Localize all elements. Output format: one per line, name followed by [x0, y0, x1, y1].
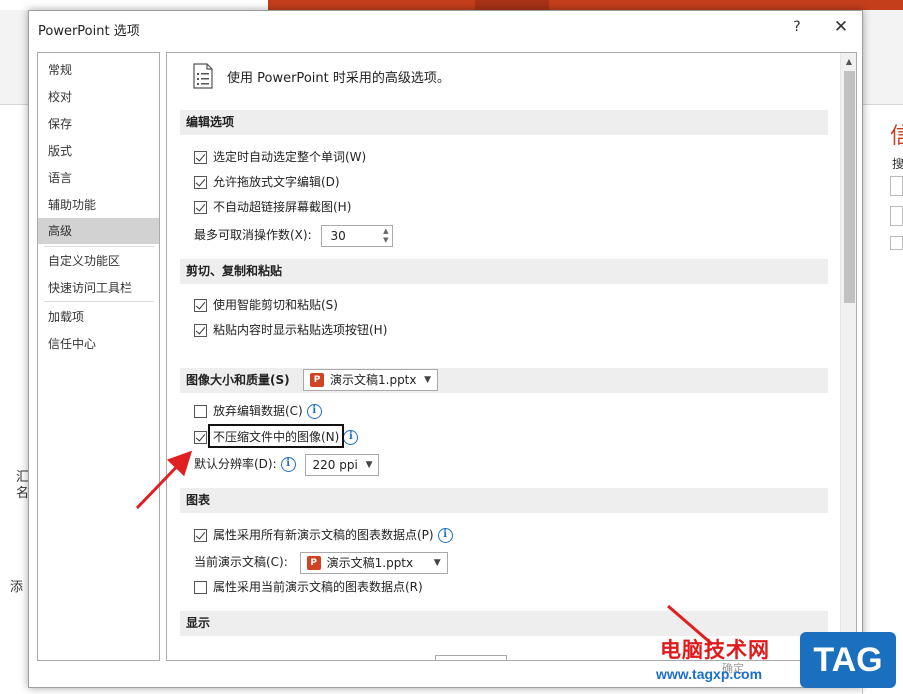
- section-cut-copy-paste: 剪切、复制和粘贴: [180, 259, 828, 284]
- option-label: 属性采用当前演示文稿的图表数据点(R): [213, 580, 423, 594]
- auto-select-word-option[interactable]: 选定时自动选定整个单词(W): [194, 147, 366, 167]
- smart-cut-paste-checkbox[interactable]: [194, 299, 207, 312]
- dialog-title: PowerPoint 选项: [38, 24, 140, 39]
- undo-count-value[interactable]: 30: [330, 226, 345, 246]
- smart-cut-paste-option[interactable]: 使用智能剪切和粘贴(S): [194, 295, 338, 315]
- section-image-size-quality: 图像大小和质量(S): [180, 368, 828, 393]
- advanced-options-icon: [193, 63, 213, 89]
- nav-divider: [44, 246, 154, 247]
- option-label: 允许拖放式文字编辑(D): [213, 175, 340, 189]
- advanced-options-description: 使用 PowerPoint 时采用的高级选项。: [227, 71, 450, 86]
- side-pane-field: [890, 206, 903, 226]
- nav-item-proofing[interactable]: 校对: [38, 84, 159, 110]
- display-control-partial[interactable]: [435, 655, 507, 660]
- auto-select-word-checkbox[interactable]: [194, 151, 207, 164]
- ppt-title-bar-segment: [549, 0, 903, 10]
- nav-divider: [44, 301, 154, 302]
- watermark-url: www.tagxp.com: [656, 666, 763, 682]
- nav-item-add-ins[interactable]: 加载项: [38, 304, 159, 330]
- watermark-logo: TAG: [800, 632, 896, 688]
- default-resolution-dropdown[interactable]: 220 ppi ▼: [305, 453, 380, 476]
- no-auto-hyperlink-checkbox[interactable]: [194, 201, 207, 214]
- ppt-title-bar-background: [0, 0, 903, 10]
- options-nav: 常规 校对 保存 版式 语言 辅助功能 高级 自定义功能区 快速访问工具栏 加载…: [37, 52, 160, 661]
- side-pane-field: [890, 236, 903, 250]
- undo-count-label: 最多可取消操作数(X):: [194, 228, 312, 242]
- option-label: 选定时自动选定整个单词(W): [213, 150, 367, 164]
- nav-item-customize-ribbon[interactable]: 自定义功能区: [38, 248, 159, 274]
- nav-item-layout[interactable]: 版式: [38, 138, 159, 164]
- drag-drop-edit-checkbox[interactable]: [194, 176, 207, 189]
- chevron-down-icon: ▼: [365, 459, 373, 470]
- undo-count-row: 最多可取消操作数(X): 30 ▲ ▼: [194, 223, 394, 247]
- ppt-title-bar-segment: [475, 0, 549, 10]
- options-content: 使用 PowerPoint 时采用的高级选项。 编辑选项 选定时自动选定整个单词…: [166, 52, 857, 661]
- side-pane-field: [890, 176, 903, 196]
- discard-edit-data-option[interactable]: 放弃编辑数据(C) i: [194, 401, 322, 421]
- nav-item-language[interactable]: 语言: [38, 165, 159, 191]
- section-display: 显示: [180, 611, 828, 636]
- pptx-file-icon: P: [306, 555, 324, 570]
- nav-item-save[interactable]: 保存: [38, 111, 159, 137]
- ppt-slide-area-background: 汇 名 添: [0, 106, 29, 694]
- chart-props-current-option[interactable]: 属性采用当前演示文稿的图表数据点(R): [194, 577, 423, 597]
- dropdown-value: 演示文稿1.pptx: [326, 555, 414, 570]
- drag-drop-edit-option[interactable]: 允许拖放式文字编辑(D): [194, 172, 340, 192]
- dropdown-value: 演示文稿1.pptx: [330, 373, 417, 387]
- nav-item-advanced[interactable]: 高级: [38, 218, 159, 244]
- show-paste-options-checkbox[interactable]: [194, 324, 207, 337]
- show-paste-options-option[interactable]: 粘贴内容时显示粘贴选项按钮(H): [194, 320, 387, 340]
- side-pane-label: 搜: [892, 157, 903, 171]
- chevron-down-icon: ▼: [433, 557, 441, 568]
- chart-props-all-new-checkbox[interactable]: [194, 529, 207, 542]
- nav-item-quick-access-toolbar[interactable]: 快速访问工具栏: [38, 275, 159, 301]
- current-presentation-dropdown[interactable]: P 演示文稿1.pptx ▼: [299, 551, 448, 574]
- no-auto-hyperlink-screenshot-option[interactable]: 不自动超链接屏幕截图(H): [194, 197, 351, 217]
- dropdown-value: 220 ppi: [312, 457, 358, 472]
- bg-slide-text: 添: [10, 580, 24, 595]
- info-icon[interactable]: i: [343, 430, 359, 445]
- current-presentation-row: 当前演示文稿(C): P 演示文稿1.pptx ▼: [194, 550, 448, 574]
- dialog-title-bar: PowerPoint 选项 ? ✕: [29, 11, 862, 45]
- section-editing-options: 编辑选项: [180, 110, 828, 135]
- current-presentation-label: 当前演示文稿(C):: [194, 555, 288, 569]
- info-icon[interactable]: i: [437, 528, 453, 543]
- chart-props-all-new-option[interactable]: 属性采用所有新演示文稿的图表数据点(P) i: [194, 525, 453, 545]
- section-chart: 图表: [180, 488, 828, 513]
- options-dialog: PowerPoint 选项 ? ✕ 常规 校对 保存 版式 语言 辅助功能 高级…: [28, 10, 863, 688]
- nav-item-trust-center[interactable]: 信任中心: [38, 331, 159, 357]
- nav-item-accessibility[interactable]: 辅助功能: [38, 192, 159, 218]
- chevron-down-icon: ▼: [424, 375, 431, 385]
- info-icon[interactable]: i: [280, 457, 296, 472]
- nav-item-general[interactable]: 常规: [38, 57, 159, 83]
- undo-count-spinner[interactable]: 30 ▲ ▼: [321, 224, 394, 247]
- section-image-title: 图像大小和质量(S): [186, 373, 290, 387]
- option-label: 不自动超链接屏幕截图(H): [213, 200, 352, 214]
- option-label: 属性采用所有新演示文稿的图表数据点(P): [213, 528, 434, 542]
- default-resolution-label: 默认分辨率(D):: [194, 457, 277, 471]
- chart-props-current-checkbox[interactable]: [194, 581, 207, 594]
- option-label: 使用智能剪切和粘贴(S): [213, 298, 338, 312]
- option-label: 放弃编辑数据(C): [213, 404, 303, 418]
- annotation-highlight-box: [208, 424, 344, 448]
- default-resolution-row: 默认分辨率(D): i 220 ppi ▼: [194, 452, 380, 476]
- watermark-text: 电脑技术网: [660, 638, 770, 662]
- scrollbar-thumb[interactable]: [844, 71, 855, 303]
- content-scrollbar[interactable]: ▲ ▼: [840, 53, 856, 660]
- option-label: 粘贴内容时显示粘贴选项按钮(H): [213, 323, 388, 337]
- info-icon[interactable]: i: [306, 404, 322, 419]
- close-button[interactable]: ✕: [829, 16, 853, 38]
- image-quality-file-dropdown[interactable]: P 演示文稿1.pptx ▼: [303, 369, 438, 391]
- discard-edit-data-checkbox[interactable]: [194, 405, 207, 418]
- ppt-title-bar-segment: [268, 0, 475, 10]
- side-pane-title: 信: [890, 124, 903, 149]
- do-not-compress-images-checkbox[interactable]: [194, 431, 207, 444]
- spinner-arrows-icon[interactable]: ▲ ▼: [383, 227, 388, 245]
- help-button[interactable]: ?: [786, 16, 808, 38]
- pptx-file-icon: P: [310, 373, 327, 387]
- scroll-up-icon[interactable]: ▲: [841, 53, 856, 70]
